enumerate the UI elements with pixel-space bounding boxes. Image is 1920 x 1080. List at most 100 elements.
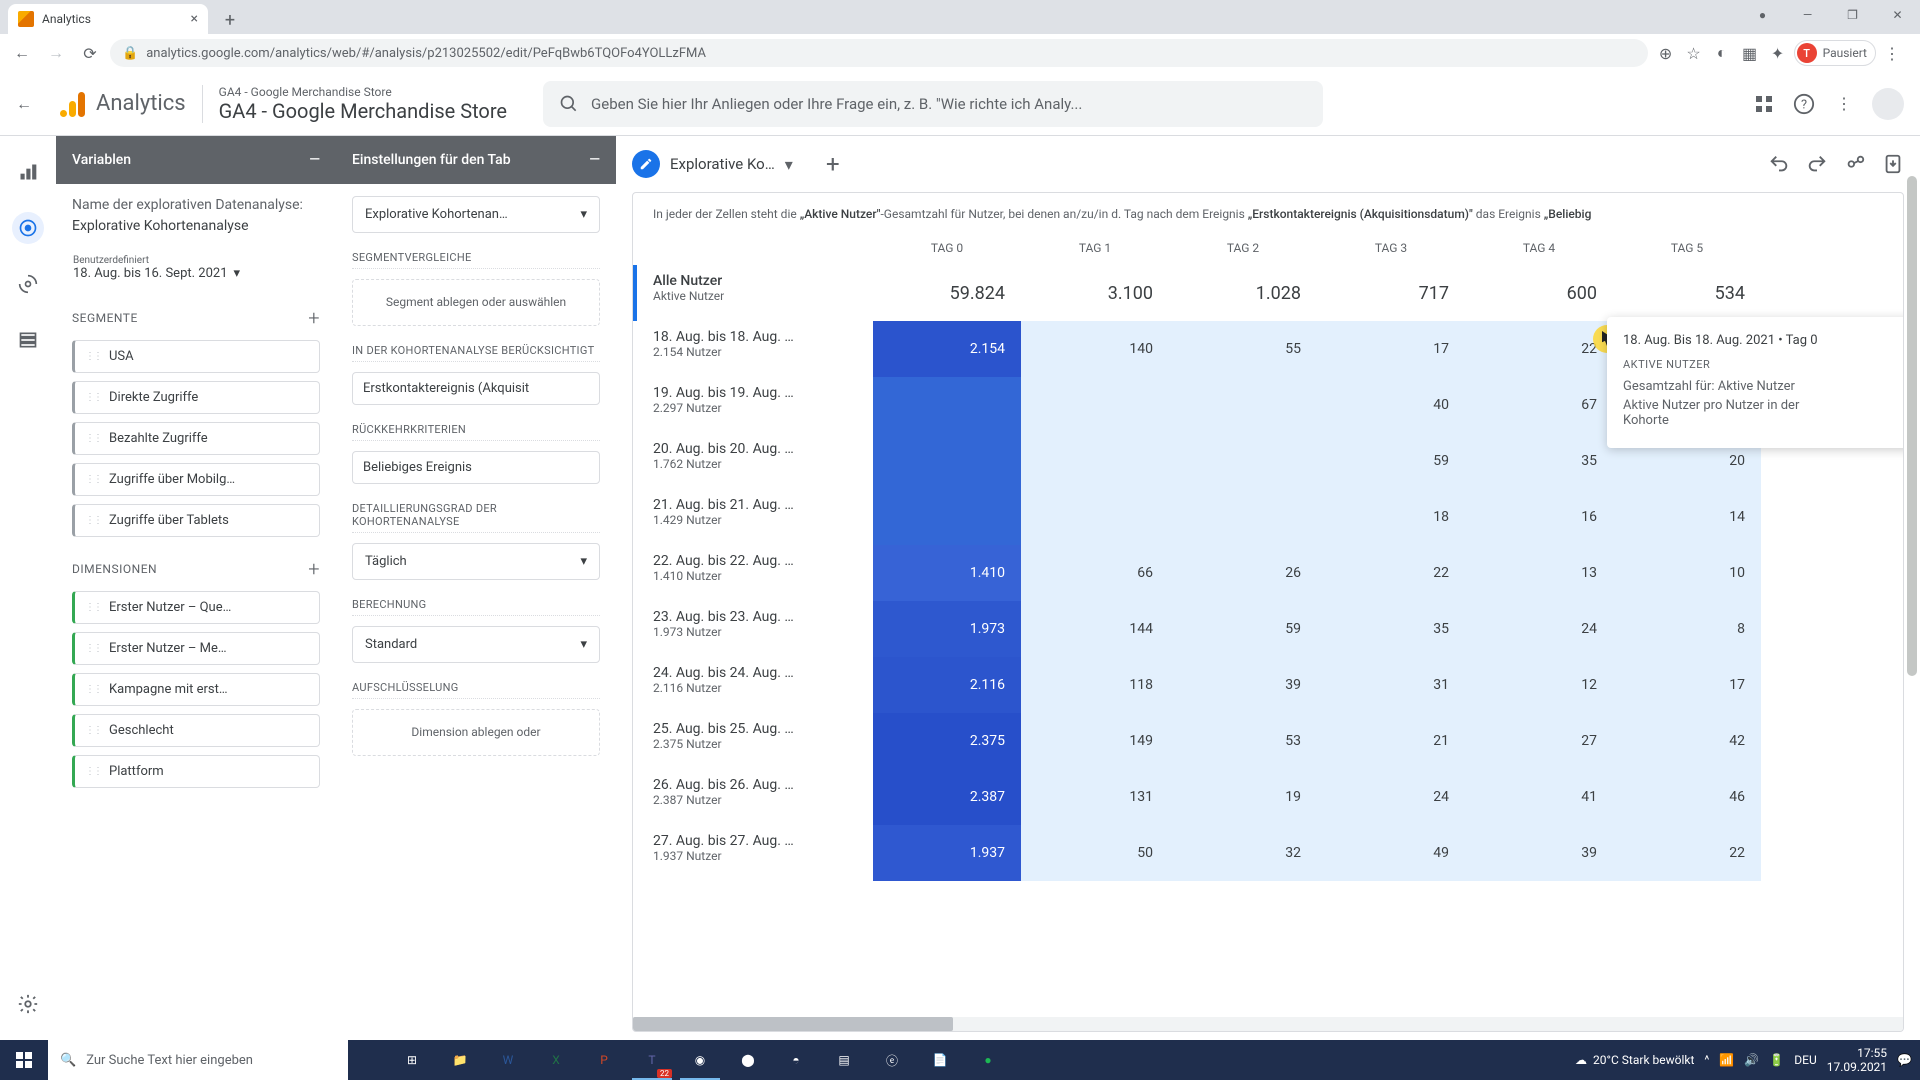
add-dimension-button[interactable]: + [308,557,320,581]
back-button[interactable]: ← [8,39,36,67]
taskbar-clock[interactable]: 17:55 17.09.2021 [1827,1046,1887,1075]
rail-configure-icon[interactable] [12,324,44,356]
table-cell[interactable]: 46 [1613,769,1761,825]
collapse-icon[interactable]: — [589,152,600,168]
segment-chip[interactable]: ⋮⋮USA [72,340,320,373]
table-cell[interactable]: 18 [1317,489,1465,545]
table-cell[interactable]: 140 [1021,321,1169,377]
app-icon[interactable]: ◓ [772,1040,820,1080]
segment-chip[interactable]: ⋮⋮Zugriffe über Tablets [72,504,320,537]
extension-icon[interactable]: ◐ [1710,41,1734,65]
rail-home-icon[interactable] [12,156,44,188]
table-cell[interactable]: 39 [1169,657,1317,713]
table-cell[interactable]: 3.100 [1021,265,1169,321]
calculation-dropdown[interactable]: Standard ▾ [352,626,600,663]
horizontal-scrollbar[interactable] [633,1017,1903,1031]
rail-admin-icon[interactable] [12,988,44,1020]
table-cell[interactable]: 13 [1465,545,1613,601]
vertical-scrollbar[interactable] [1904,136,1920,1040]
table-cell[interactable]: 27 [1465,713,1613,769]
table-cell[interactable] [873,489,1021,545]
user-avatar[interactable] [1872,88,1904,120]
cohort-inclusion-chip[interactable]: Erstkontaktereignis (Akquisit [352,372,600,405]
scroll-thumb[interactable] [633,1017,953,1031]
table-cell[interactable]: 24 [1317,769,1465,825]
rail-explore-icon[interactable] [12,212,44,244]
table-cell[interactable] [1021,433,1169,489]
share-icon[interactable] [1844,153,1866,175]
word-icon[interactable]: W [484,1040,532,1080]
tray-chevron-icon[interactable]: ^ [1704,1053,1709,1067]
start-button[interactable] [0,1052,48,1068]
table-cell[interactable]: 35 [1465,433,1613,489]
table-cell[interactable]: 31 [1317,657,1465,713]
extension-icon[interactable]: ▦ [1738,41,1762,65]
table-cell[interactable]: 17 [1613,657,1761,713]
table-cell[interactable]: 118 [1021,657,1169,713]
task-view-icon[interactable]: ⊞ [388,1040,436,1080]
table-cell[interactable]: 53 [1169,713,1317,769]
table-cell[interactable]: 21 [1317,713,1465,769]
close-window-button[interactable]: ✕ [1875,0,1920,30]
property-selector[interactable]: GA4 - Google Merchandise Store GA4 - Goo… [202,85,507,123]
zoom-icon[interactable]: ⊕ [1654,41,1678,65]
table-cell[interactable]: 600 [1465,265,1613,321]
table-cell[interactable]: 1.973 [873,601,1021,657]
notepad-icon[interactable]: 📄 [916,1040,964,1080]
forward-button[interactable]: → [42,39,70,67]
table-cell[interactable]: 22 [1465,321,1613,377]
chevron-down-icon[interactable]: ▾ [785,155,793,174]
table-cell[interactable]: 32 [1169,825,1317,881]
add-tab-button[interactable]: + [813,144,853,184]
table-cell[interactable]: 1.937 [873,825,1021,881]
table-cell[interactable]: 35 [1317,601,1465,657]
table-cell[interactable]: 66 [1021,545,1169,601]
table-cell[interactable]: 144 [1021,601,1169,657]
chrome-icon[interactable]: ◉ [676,1040,724,1080]
new-tab-button[interactable]: + [216,6,244,34]
chrome-menu-icon[interactable]: ⋮ [1880,41,1904,65]
profile-button[interactable]: T Pausiert [1794,40,1876,66]
exploration-tab[interactable]: Explorative Ko… ▾ [632,150,793,178]
tray-volume-icon[interactable]: 🔊 [1744,1053,1759,1067]
date-range-picker[interactable]: Benutzerdefiniert 18. Aug. bis 16. Sept.… [72,250,320,286]
table-cell[interactable] [1169,489,1317,545]
table-cell[interactable]: 59 [1169,601,1317,657]
analytics-logo[interactable]: Analytics [56,88,186,120]
dimension-chip[interactable]: ⋮⋮Plattform [72,755,320,788]
table-cell[interactable]: 59 [1317,433,1465,489]
table-cell[interactable]: 2.116 [873,657,1021,713]
redo-icon[interactable] [1806,153,1828,175]
segment-chip[interactable]: ⋮⋮Direkte Zugriffe [72,381,320,414]
table-cell[interactable]: 8 [1613,601,1761,657]
address-bar[interactable]: 🔒 analytics.google.com/analytics/web/#/a… [110,39,1648,67]
app-icon[interactable]: ▤ [820,1040,868,1080]
table-cell[interactable]: 39 [1465,825,1613,881]
segment-drop-zone[interactable]: Segment ablegen oder auswählen [352,279,600,326]
maximize-button[interactable]: ❐ [1830,0,1875,30]
dimension-chip[interactable]: ⋮⋮Erster Nutzer – Me… [72,632,320,665]
minimize-button[interactable]: — [1785,0,1830,30]
spotify-icon[interactable]: ● [964,1040,1012,1080]
table-cell[interactable] [1169,433,1317,489]
segment-chip[interactable]: ⋮⋮Zugriffe über Mobilg… [72,463,320,496]
edge-icon[interactable]: ⓔ [868,1040,916,1080]
rail-advertising-icon[interactable] [12,268,44,300]
notifications-icon[interactable]: 💬 [1897,1053,1912,1067]
table-cell[interactable] [1169,377,1317,433]
scroll-thumb[interactable] [1907,176,1917,676]
table-cell[interactable]: 24 [1465,601,1613,657]
table-cell[interactable]: 131 [1021,769,1169,825]
analysis-name-value[interactable]: Explorative Kohortenanalyse [72,218,320,234]
reload-button[interactable]: ⟳ [76,39,104,67]
table-cell[interactable]: 2.387 [873,769,1021,825]
table-cell[interactable]: 22 [1317,545,1465,601]
header-back-button[interactable]: ← [16,94,40,114]
table-cell[interactable]: 55 [1169,321,1317,377]
apps-grid-icon[interactable] [1752,92,1776,116]
tray-network-icon[interactable]: 📶 [1719,1053,1734,1067]
collapse-icon[interactable]: — [309,152,320,168]
granularity-dropdown[interactable]: Täglich ▾ [352,543,600,580]
close-tab-icon[interactable]: × [191,11,198,27]
table-cell[interactable]: 41 [1465,769,1613,825]
